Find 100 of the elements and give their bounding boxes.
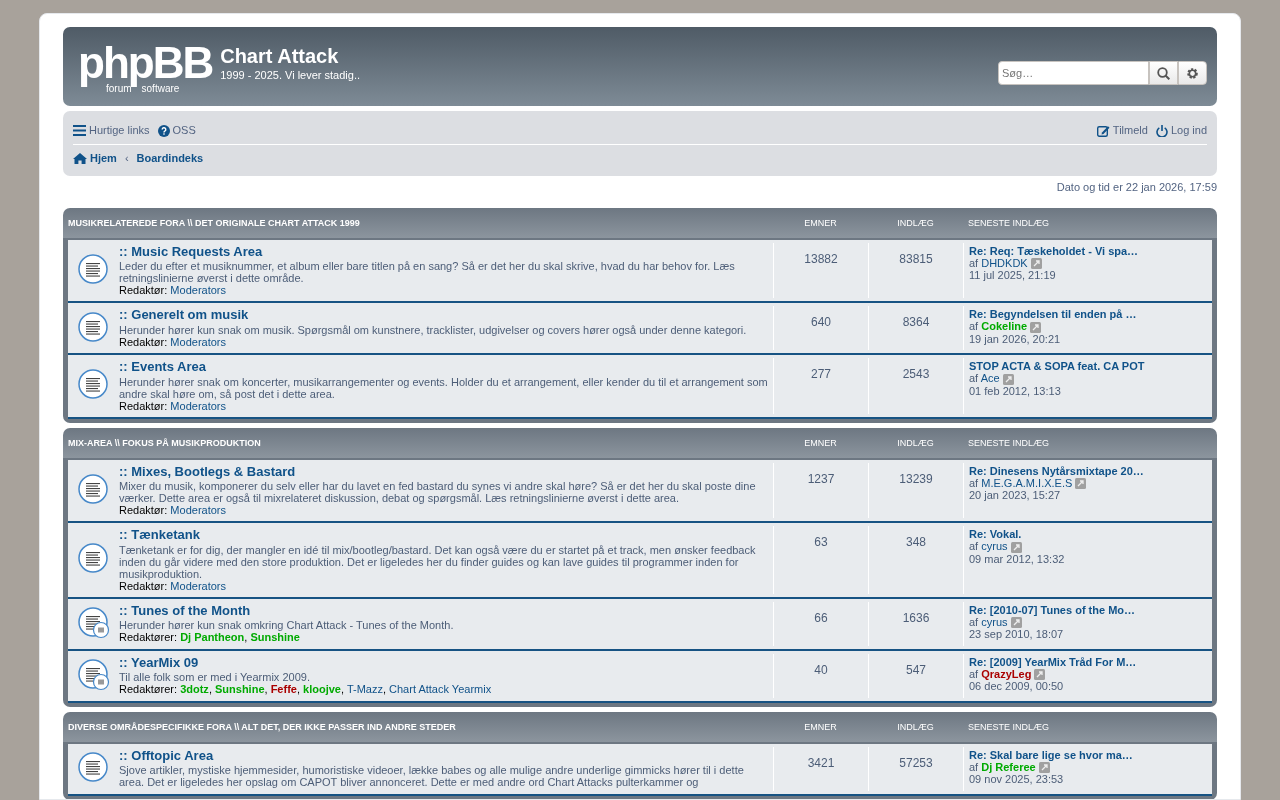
search-button[interactable] [1149, 61, 1178, 85]
view-post-icon[interactable] [1030, 258, 1042, 270]
moderators-label: Redaktør: [119, 399, 169, 412]
view-post-icon[interactable] [1002, 373, 1014, 385]
forum-title[interactable]: :: Generelt om musik [119, 307, 249, 322]
post-time: 11 jul 2025, 21:19 [969, 269, 1057, 282]
last-post-title[interactable]: Re: Vokal. [969, 528, 1022, 540]
breadcrumb-link[interactable]: Hjem [73, 150, 117, 167]
home-icon [73, 153, 87, 164]
forum-icon [78, 752, 110, 784]
settings-icon [1186, 66, 1199, 80]
moderators-label: Redaktør: [119, 284, 169, 296]
moderator-link[interactable]: T-Mazz [346, 683, 383, 695]
comma: , [244, 631, 248, 643]
moderator-link[interactable]: Chart Attack Yearmix [389, 683, 492, 695]
topic-count: 1237 [807, 471, 835, 486]
by-label: af [969, 320, 980, 332]
category-title[interactable]: DIVERSE OMRÅDESPECIFIKKE FORA \\ ALT DET, DER IKKE PASSER IND ANDRE STEDER [68, 720, 773, 735]
forum-icon [78, 311, 110, 344]
forum-icon [78, 473, 110, 506]
post-count: 8364 [902, 315, 930, 329]
logo[interactable]: phpBB forum software [78, 43, 213, 94]
date-time: Dato og tid er 22 jan 2026, 17:59 [1055, 180, 1217, 195]
view-post-icon[interactable] [1038, 762, 1050, 774]
post-time: 09 mar 2012, 13:32 [969, 552, 1066, 565]
by-label: af [969, 256, 980, 269]
column-header: INDLÆG [897, 217, 934, 228]
author-link[interactable]: DHDKDK [981, 256, 1028, 269]
by-label: af [969, 615, 980, 628]
power-icon [1155, 124, 1168, 137]
topic-count: 63 [814, 535, 828, 549]
forum-description: Sjove artikler, mystiske hjemmesider, humoristiske videoer, lække babes og alle mulige andre underlige gimmicks hører til i dette area. Det er ligeledes her opslag om CAPOT bliver annonceret. Dette er med andre ord Chart Attacks pulterkammer og [119, 764, 745, 788]
column-header: SENESTE INDLÆG [968, 217, 1050, 228]
moderators-label: Redaktør: [119, 504, 169, 516]
moderator-link[interactable]: Moderators [170, 399, 226, 412]
last-post-title[interactable]: Re: Skal bare lige se hvor ma… [969, 748, 1133, 761]
nav-link[interactable]: Hurtige links [73, 122, 150, 139]
post-count: 1636 [902, 610, 930, 625]
post-time: 06 dec 2009, 00:50 [969, 680, 1065, 693]
forum-description: Til alle folk som er med i Yearmix 2009. [119, 671, 311, 683]
category-title[interactable]: MUSIKRELATEREDE FORA \\ DET ORIGINALE CHART ATTACK 1999 [68, 216, 773, 231]
breadcrumb-link[interactable]: Boardindeks [136, 150, 204, 167]
comma: , [340, 683, 344, 695]
view-post-icon[interactable] [1010, 617, 1022, 629]
author-link[interactable]: cyrus [981, 615, 1008, 628]
nav-link[interactable]: Log ind [1155, 122, 1207, 139]
search-icon [1157, 66, 1170, 80]
view-post-icon[interactable] [1075, 478, 1087, 490]
moderator-link[interactable]: Feffe [270, 683, 297, 695]
last-post-title[interactable]: Re: Dinesens Nytårsmixtape 20… [969, 464, 1144, 477]
forum-title[interactable]: :: Tænketank [119, 527, 200, 542]
by-label: af [969, 667, 980, 680]
view-post-icon[interactable] [1030, 321, 1042, 333]
nav-link[interactable]: Tilmeld [1096, 122, 1148, 139]
last-post-title[interactable]: Re: Begyndelsen til enden på … [969, 308, 1137, 320]
menu-icon [73, 125, 86, 136]
moderator-link[interactable]: Moderators [170, 579, 226, 592]
category-title[interactable]: MIX-AREA \\ FOKUS PÅ MUSIKPRODUKTION [68, 436, 773, 451]
forum-description: Leder du efter et musiknummer, et album eller bare titlen på en sang? Så er det her du skal skrive, hvad du har behov for. Læs retningslinierne øverst i dette område. [119, 260, 736, 284]
column-header: EMNER [804, 721, 837, 732]
by-label: af [969, 760, 980, 773]
author-link[interactable]: Ace [980, 372, 1000, 384]
last-post-title[interactable]: Re: [2009] YearMix Tråd For M… [969, 655, 1137, 668]
column-header: EMNER [804, 217, 837, 228]
column-header: SENESTE INDLÆG [968, 721, 1050, 732]
forum-title[interactable]: :: Offtopic Area [119, 747, 214, 763]
forum-icon [78, 607, 110, 639]
forum-title[interactable]: :: Events Area [119, 359, 206, 374]
forum-title[interactable]: :: YearMix 09 [119, 654, 199, 670]
post-count: 547 [906, 662, 926, 677]
forum-title[interactable]: :: Mixes, Bootlegs & Bastard [119, 463, 296, 479]
author-link[interactable]: QrazyLeg [981, 667, 1032, 680]
last-post-title[interactable]: STOP ACTA & SOPA feat. CA POT [969, 360, 1145, 372]
advanced-search-button[interactable] [1178, 61, 1207, 85]
moderator-link[interactable]: Moderators [170, 335, 226, 348]
comma: , [264, 683, 268, 695]
moderator-link[interactable]: Moderators [170, 284, 226, 296]
forum-title[interactable]: :: Music Requests Area [119, 243, 263, 259]
topic-count: 40 [814, 662, 828, 677]
moderators-label: Redaktører: [119, 683, 179, 695]
last-post-title[interactable]: Re: [2010-07] Tunes of the Mo… [969, 603, 1136, 616]
forum-description: Herunder hører kun snak omkring Chart Attack - Tunes of the Month. [119, 619, 455, 631]
author-link[interactable]: cyrus [981, 540, 1008, 552]
column-header: EMNER [804, 437, 837, 448]
post-count: 2543 [902, 367, 930, 381]
post-count: 83815 [899, 251, 933, 266]
help-icon [157, 124, 170, 137]
last-post-title[interactable]: Re: Req: Tæskeholdet - Vi spa… [969, 244, 1139, 257]
moderator-link[interactable]: Moderators [170, 504, 226, 516]
comma: , [208, 683, 212, 695]
forum-title[interactable]: :: Tunes of the Month [119, 602, 251, 618]
view-post-icon[interactable] [1010, 541, 1022, 553]
search-field[interactable]: Søg… [998, 61, 1149, 85]
post-time: 19 jan 2026, 20:21 [969, 332, 1062, 345]
view-post-icon[interactable] [1034, 669, 1046, 681]
post-time: 23 sep 2010, 18:07 [969, 628, 1065, 641]
author-link[interactable]: M.E.G.A.M.I.X.E.S [981, 476, 1073, 489]
nav-link[interactable]: OSS [157, 122, 196, 139]
post-count: 13239 [899, 471, 933, 486]
breadcrumb-separator: ‹ [124, 151, 129, 167]
